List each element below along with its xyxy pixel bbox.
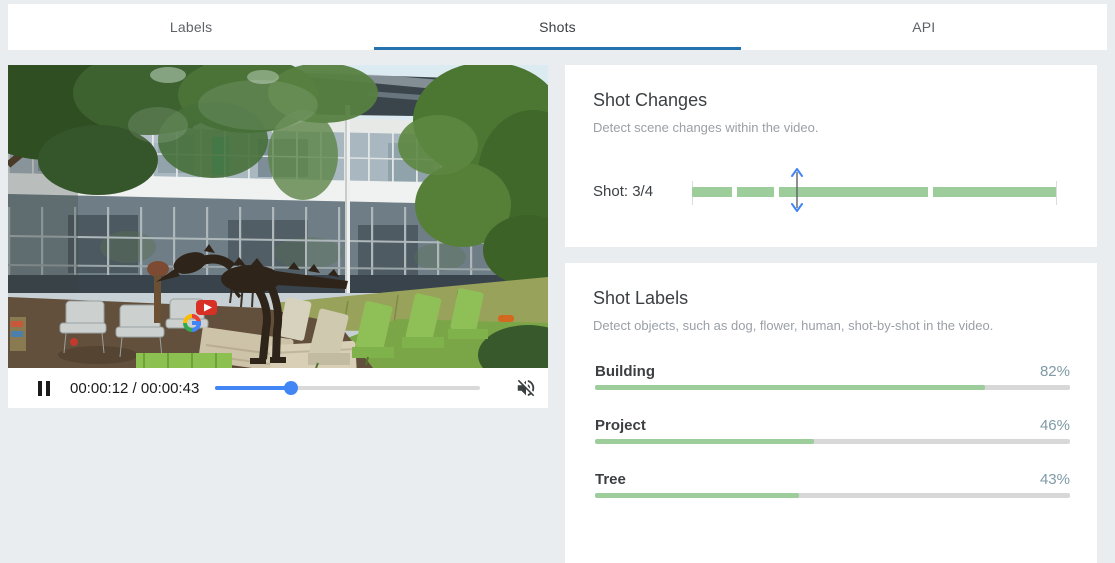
confidence-fill bbox=[595, 493, 800, 498]
shot-marker-chevrons-icon[interactable] bbox=[789, 165, 805, 215]
tab-bar: Labels Shots API bbox=[8, 4, 1107, 50]
shot-labels-panel: Shot Labels Detect objects, such as dog,… bbox=[565, 263, 1097, 563]
video-player: 00:00:12 / 00:00:43 bbox=[8, 65, 548, 408]
seek-progress bbox=[215, 386, 292, 390]
volume-muted-icon[interactable] bbox=[515, 377, 537, 399]
current-shot-label: Shot: 3/4 bbox=[593, 183, 654, 200]
shot-timeline[interactable] bbox=[692, 165, 1057, 215]
label-rows: Building 82% Project 46% Tree 43% bbox=[595, 363, 1070, 498]
video-controls: 00:00:12 / 00:00:43 bbox=[8, 368, 548, 408]
seek-thumb[interactable] bbox=[284, 381, 299, 395]
label-name: Building bbox=[595, 363, 655, 380]
label-name: Tree bbox=[595, 471, 626, 488]
label-confidence: 46% bbox=[1039, 417, 1070, 434]
label-confidence: 43% bbox=[1039, 471, 1070, 488]
label-confidence: 82% bbox=[1039, 363, 1070, 380]
tab-active-underline bbox=[374, 47, 741, 50]
shot-segment[interactable] bbox=[736, 187, 775, 197]
shot-labels-title: Shot Labels bbox=[593, 288, 689, 308]
confidence-bar bbox=[595, 493, 1070, 498]
tab-shots-text: Shots bbox=[539, 19, 576, 35]
shot-changes-subtitle: Detect scene changes within the video. bbox=[593, 120, 819, 135]
youtube-logo bbox=[196, 300, 217, 315]
confidence-fill bbox=[595, 385, 985, 390]
tab-labels[interactable]: Labels bbox=[8, 4, 374, 50]
label-row-project: Project 46% bbox=[595, 417, 1070, 444]
timeline-end-edge bbox=[1056, 181, 1057, 205]
confidence-fill bbox=[595, 439, 814, 444]
label-row-building: Building 82% bbox=[595, 363, 1070, 390]
confidence-bar bbox=[595, 385, 1070, 390]
tab-api[interactable]: API bbox=[741, 4, 1107, 50]
seek-slider[interactable] bbox=[215, 380, 481, 396]
confidence-bar bbox=[595, 439, 1070, 444]
tab-shots[interactable]: Shots bbox=[374, 4, 741, 50]
shot-changes-panel: Shot Changes Detect scene changes within… bbox=[565, 65, 1097, 247]
tab-api-text: API bbox=[912, 19, 936, 35]
tab-labels-text: Labels bbox=[169, 19, 213, 35]
pause-icon[interactable] bbox=[38, 380, 50, 396]
video-time-display: 00:00:12 / 00:00:43 bbox=[70, 379, 200, 397]
shot-labels-subtitle: Detect objects, such as dog, flower, hum… bbox=[593, 318, 994, 333]
label-row-tree: Tree 43% bbox=[595, 471, 1070, 498]
shot-segment[interactable] bbox=[692, 187, 733, 197]
video-frame[interactable] bbox=[8, 65, 548, 368]
label-name: Project bbox=[595, 417, 646, 434]
shot-changes-title: Shot Changes bbox=[593, 90, 708, 110]
shot-segment[interactable] bbox=[933, 187, 1056, 197]
